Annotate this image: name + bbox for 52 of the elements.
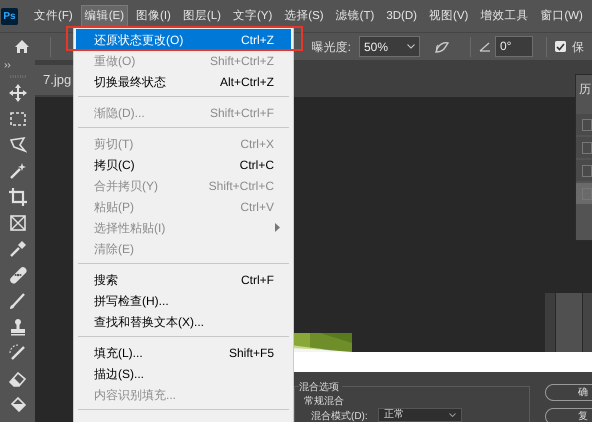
menu-item[interactable]: 视图(V) bbox=[425, 5, 472, 27]
angle-field[interactable]: 0° bbox=[495, 36, 533, 57]
menu-item[interactable]: 增效工具 bbox=[476, 5, 532, 27]
brush-tool-icon[interactable] bbox=[8, 292, 26, 310]
exposure-label: 曝光度: bbox=[312, 38, 351, 56]
menu-item[interactable]: 搜索 Ctrl+F bbox=[76, 269, 291, 290]
marquee-tool-icon[interactable] bbox=[8, 110, 26, 128]
move-tool-icon[interactable] bbox=[8, 84, 26, 102]
app-logo: Ps bbox=[1, 8, 18, 24]
menu-item[interactable]: 拼写检查(H)... bbox=[76, 290, 291, 311]
blend-mode-dropdown[interactable]: 正常 bbox=[378, 408, 462, 422]
check-icon bbox=[556, 42, 565, 50]
angle-icon bbox=[479, 42, 491, 52]
thumbnail-box bbox=[582, 118, 592, 130]
eyedropper-tool-icon[interactable] bbox=[8, 240, 26, 258]
menu-item[interactable]: 拷贝(C) Ctrl+C bbox=[76, 154, 291, 175]
paint-bucket-tool-icon[interactable] bbox=[8, 396, 26, 414]
home-icon[interactable] bbox=[14, 39, 30, 54]
menu-item[interactable]: 图像(I) bbox=[132, 5, 175, 27]
crop-tool-icon[interactable] bbox=[8, 188, 26, 206]
dialog-button[interactable]: 复 bbox=[545, 408, 592, 422]
menu-item[interactable]: 查找和替换文本(X)... bbox=[76, 311, 291, 332]
airbrush-icon[interactable] bbox=[434, 40, 450, 54]
protect-checkbox[interactable] bbox=[555, 41, 566, 52]
caret-icon bbox=[407, 44, 415, 49]
menu-item[interactable]: 选择(S) bbox=[280, 5, 328, 27]
group-label: 常规混合 bbox=[304, 394, 344, 409]
lasso-tool-icon[interactable] bbox=[8, 136, 26, 154]
menu-item[interactable]: 描边(S)... bbox=[76, 363, 291, 384]
menu-item[interactable]: 文件(F) bbox=[30, 5, 77, 27]
menu-item[interactable]: 编辑(E) bbox=[80, 5, 128, 27]
menu-item[interactable]: 滤镜(T) bbox=[332, 5, 378, 27]
menu-item[interactable]: 填充(L)... Shift+F5 bbox=[76, 342, 291, 363]
exposure-dropdown[interactable]: 50% bbox=[359, 36, 420, 57]
dialog-button[interactable]: 确 bbox=[545, 384, 592, 401]
magic-wand-tool-icon[interactable] bbox=[8, 162, 26, 180]
menu-item[interactable]: 窗口(W) bbox=[536, 5, 587, 27]
menu-item[interactable]: 文字(Y) bbox=[228, 5, 276, 27]
stamp-tool-icon[interactable] bbox=[8, 318, 26, 336]
eraser-tool-icon[interactable] bbox=[8, 370, 26, 388]
panel-title: 历 bbox=[579, 82, 591, 96]
menu-item[interactable]: 3D(D) bbox=[382, 5, 421, 27]
thumbnail-box bbox=[582, 142, 592, 154]
history-brush-tool-icon[interactable] bbox=[8, 344, 26, 362]
blend-mode-label: 混合模式(D): bbox=[311, 410, 368, 422]
menu-item[interactable]: 图层(L) bbox=[178, 5, 225, 27]
protect-label: 保 bbox=[572, 38, 584, 56]
menu-item[interactable]: 还原状态更改(O) Ctrl+Z bbox=[76, 29, 291, 50]
expand-icon[interactable] bbox=[3, 63, 13, 68]
thumbnail-box bbox=[582, 164, 592, 176]
caret-icon bbox=[449, 413, 456, 417]
frame-tool-icon[interactable] bbox=[8, 214, 26, 232]
